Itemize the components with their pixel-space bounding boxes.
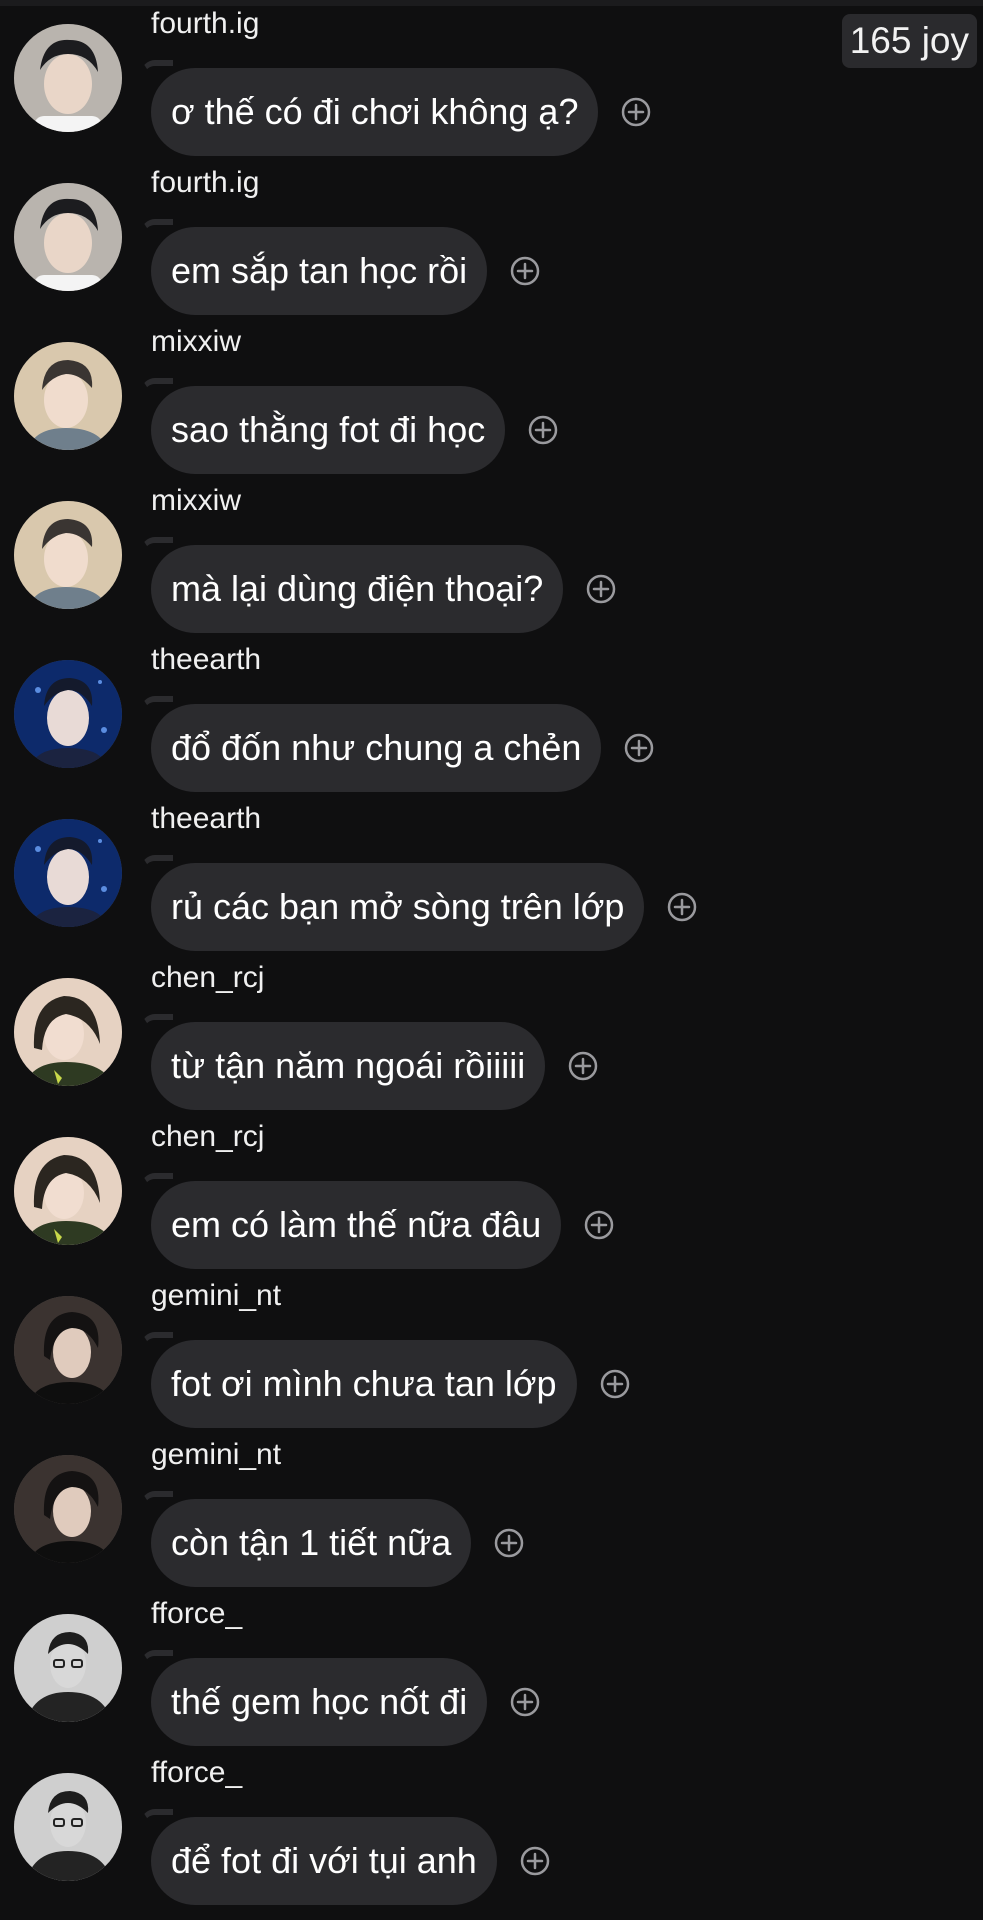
bubble-row: ơ thế có đi chơi không ạ? [140, 60, 652, 156]
message-bubble[interactable]: để fot đi với tụi anh [141, 1809, 497, 1905]
message-row: fforce_ thế gem học nốt đi [0, 1590, 983, 1749]
avatar[interactable] [14, 342, 122, 450]
message-bubble[interactable]: rủ các bạn mở sòng trên lớp [140, 855, 645, 951]
username[interactable]: fourth.ig [151, 163, 259, 203]
message-row: chen_rcj em có làm thế nữa đâu [0, 1113, 983, 1272]
message-bubble[interactable]: sao thằng fot đi học [140, 378, 506, 474]
add-reaction-icon[interactable] [620, 96, 652, 128]
bubble-row: đổ đốn như chung a chẻn [140, 696, 655, 792]
add-reaction-icon[interactable] [527, 414, 559, 446]
joy-count-badge: 165 joy [841, 14, 977, 68]
message-bubble[interactable]: mà lại dùng điện thoại? [140, 537, 564, 633]
username[interactable]: gemini_nt [151, 1276, 281, 1316]
avatar[interactable] [14, 819, 122, 927]
bubble-row: mà lại dùng điện thoại? [140, 537, 617, 633]
avatar[interactable] [14, 978, 122, 1086]
message-row: fourth.ig ơ thế có đi chơi không ạ? [0, 0, 983, 159]
bubble-row: thế gem học nốt đi [140, 1650, 541, 1746]
avatar[interactable] [14, 24, 122, 132]
bubble-row: fot ơi mình chưa tan lớp [141, 1332, 631, 1428]
message-row: gemini_nt còn tận 1 tiết nữa [0, 1431, 983, 1590]
message-row: theearth rủ các bạn mở sòng trên lớp [0, 795, 983, 954]
username[interactable]: fourth.ig [151, 4, 259, 44]
bubble-row: để fot đi với tụi anh [141, 1809, 551, 1905]
avatar[interactable] [14, 1455, 122, 1563]
username[interactable]: fforce_ [151, 1594, 242, 1634]
message-row: chen_rcj từ tận năm ngoái rồiiiii [0, 954, 983, 1113]
message-row: gemini_nt fot ơi mình chưa tan lớp [0, 1272, 983, 1431]
avatar[interactable] [14, 1137, 122, 1245]
message-bubble[interactable]: thế gem học nốt đi [140, 1650, 488, 1746]
message-bubble[interactable]: từ tận năm ngoái rồiiiii [140, 1014, 546, 1110]
add-reaction-icon[interactable] [583, 1209, 615, 1241]
message-bubble[interactable]: ơ thế có đi chơi không ạ? [140, 60, 599, 156]
avatar[interactable] [14, 183, 122, 291]
username[interactable]: chen_rcj [151, 1117, 264, 1157]
username[interactable]: theearth [151, 640, 261, 680]
message-row: fourth.ig em sắp tan học rồi [0, 159, 983, 318]
bubble-row: sao thằng fot đi học [140, 378, 559, 474]
username[interactable]: mixxiw [151, 322, 241, 362]
add-reaction-icon[interactable] [493, 1527, 525, 1559]
message-row: mixxiw sao thằng fot đi học [0, 318, 983, 477]
username[interactable]: fforce_ [151, 1753, 242, 1793]
bubble-row: em có làm thế nữa đâu [140, 1173, 615, 1269]
message-bubble[interactable]: fot ơi mình chưa tan lớp [141, 1332, 577, 1428]
add-reaction-icon[interactable] [666, 891, 698, 923]
message-row: fforce_ để fot đi với tụi anh [0, 1749, 983, 1908]
bubble-row: còn tận 1 tiết nữa [140, 1491, 525, 1587]
add-reaction-icon[interactable] [509, 1686, 541, 1718]
avatar[interactable] [14, 1614, 122, 1722]
username[interactable]: mixxiw [151, 481, 241, 521]
bubble-row: em sắp tan học rồi [140, 219, 541, 315]
bubble-row: rủ các bạn mở sòng trên lớp [140, 855, 698, 951]
avatar[interactable] [14, 1296, 122, 1404]
avatar[interactable] [14, 660, 122, 768]
username[interactable]: gemini_nt [151, 1435, 281, 1475]
add-reaction-icon[interactable] [567, 1050, 599, 1082]
message-bubble[interactable]: em sắp tan học rồi [140, 219, 488, 315]
message-bubble[interactable]: đổ đốn như chung a chẻn [140, 696, 602, 792]
username[interactable]: theearth [151, 799, 261, 839]
bubble-row: từ tận năm ngoái rồiiiii [140, 1014, 599, 1110]
add-reaction-icon[interactable] [519, 1845, 551, 1877]
add-reaction-icon[interactable] [509, 255, 541, 287]
add-reaction-icon[interactable] [623, 732, 655, 764]
add-reaction-icon[interactable] [599, 1368, 631, 1400]
message-bubble[interactable]: em có làm thế nữa đâu [140, 1173, 562, 1269]
message-row: theearth đổ đốn như chung a chẻn [0, 636, 983, 795]
avatar[interactable] [14, 1773, 122, 1881]
avatar[interactable] [14, 501, 122, 609]
message-bubble[interactable]: còn tận 1 tiết nữa [140, 1491, 472, 1587]
add-reaction-icon[interactable] [585, 573, 617, 605]
username[interactable]: chen_rcj [151, 958, 264, 998]
message-row: mixxiw mà lại dùng điện thoại? [0, 477, 983, 636]
